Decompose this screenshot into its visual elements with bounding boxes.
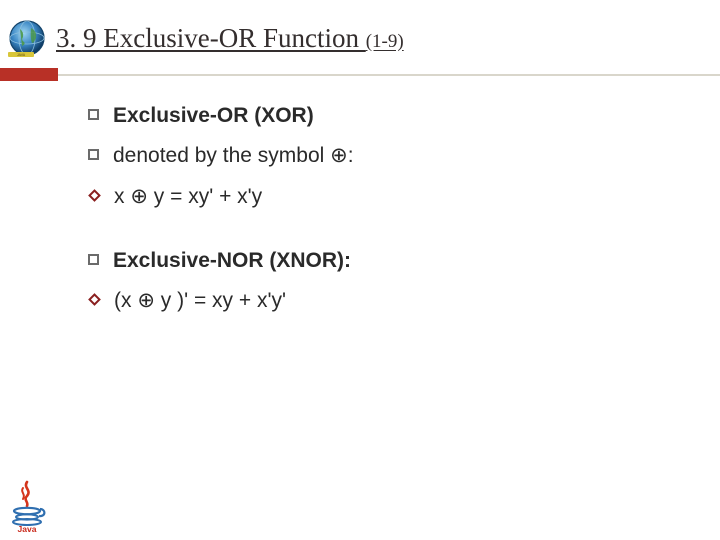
list-item: denoted by the symbol ⊕: (88, 142, 650, 170)
svg-text:JAVA: JAVA (17, 53, 26, 57)
square-bullet-icon (88, 149, 99, 160)
bullet-text: Exclusive-OR (XOR) (113, 102, 314, 130)
list-item: (x ⊕ y )' = xy + x'y' (88, 287, 650, 315)
slide-title: 3. 9 Exclusive-OR Function (1-9) (56, 23, 404, 54)
bullet-text: denoted by the symbol ⊕: (113, 142, 354, 170)
text-fragment: y )' = xy + x'y' (155, 289, 286, 312)
java-logo-icon: Java (6, 480, 48, 534)
oplus-symbol: ⊕ (137, 289, 155, 312)
list-item: Exclusive-OR (XOR) (88, 102, 650, 130)
spacer (88, 223, 650, 247)
title-sub-text: (1-9) (366, 31, 404, 52)
bullet-text: Exclusive-NOR (XNOR): (113, 247, 351, 275)
bullet-text: x ⊕ y = xy' + x'y (114, 183, 262, 211)
svg-text:Java: Java (18, 524, 37, 534)
text-fragment: y = xy' + x'y (148, 185, 262, 208)
square-bullet-icon (88, 254, 99, 265)
oplus-symbol: ⊕: (330, 144, 353, 167)
square-bullet-icon (88, 109, 99, 120)
title-main-text: 3. 9 Exclusive-OR Function (56, 23, 366, 53)
slide-header: JAVA 3. 9 Exclusive-OR Function (1-9) (0, 0, 720, 76)
text-fragment: x (114, 185, 130, 208)
diamond-bullet-icon (88, 189, 101, 202)
list-item: x ⊕ y = xy' + x'y (88, 183, 650, 211)
bullet-text: (x ⊕ y )' = xy + x'y' (114, 287, 286, 315)
slide-content: Exclusive-OR (XOR) denoted by the symbol… (0, 76, 720, 316)
title-row: JAVA 3. 9 Exclusive-OR Function (1-9) (0, 18, 720, 66)
text-fragment: (x (114, 289, 137, 312)
text-fragment: denoted by the symbol (113, 144, 330, 167)
diamond-bullet-icon (88, 294, 101, 307)
oplus-symbol: ⊕ (130, 185, 148, 208)
list-item: Exclusive-NOR (XNOR): (88, 247, 650, 275)
globe-icon: JAVA (6, 18, 48, 58)
